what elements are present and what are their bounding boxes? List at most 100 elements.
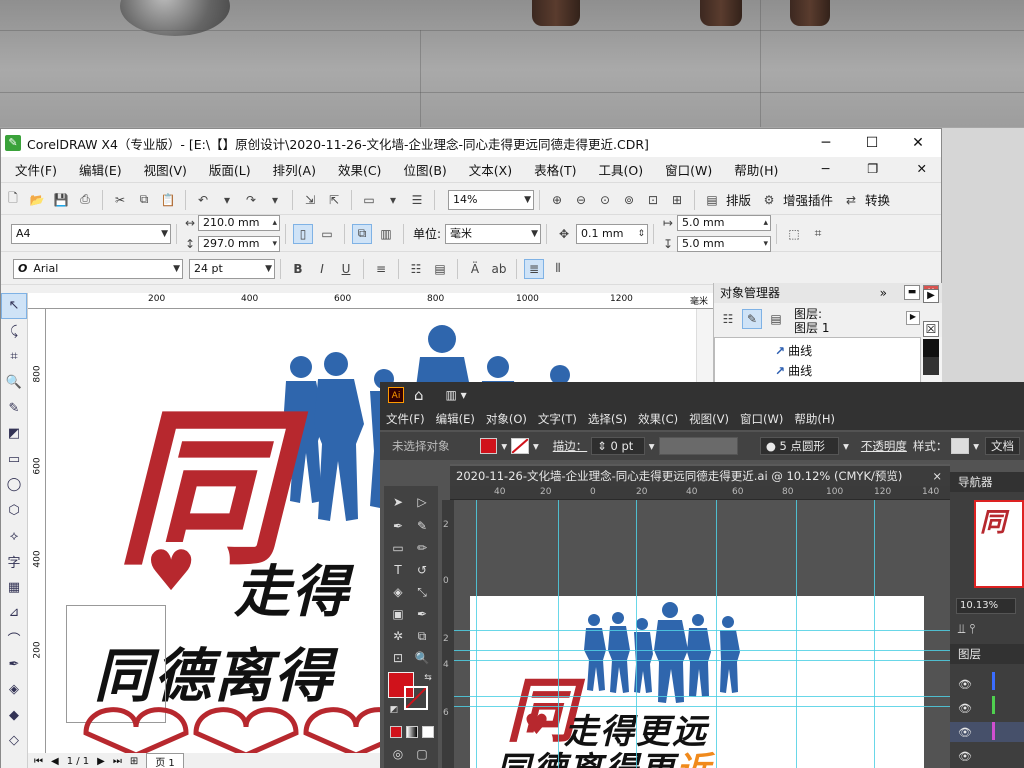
ai-menu-type[interactable]: 文字(T) (532, 411, 582, 427)
current-page-icon[interactable]: ▥ (376, 224, 396, 244)
no-color-swatch[interactable]: ☒ (923, 321, 939, 337)
ai-menu-effect[interactable]: 效果(C) (632, 411, 683, 427)
page-tab[interactable]: 页 1 (146, 752, 184, 768)
menu-effects[interactable]: 效果(C) (324, 160, 389, 179)
menu-table[interactable]: 表格(T) (520, 160, 584, 179)
symbol-sprayer-icon[interactable]: ✲ (388, 626, 408, 646)
maximize-button[interactable]: ☐ (849, 129, 895, 157)
color-mode-icon[interactable] (390, 726, 402, 738)
layout-icon[interactable]: ▤ (702, 190, 722, 210)
print-icon[interactable]: ⎙ (75, 190, 95, 210)
direct-selection-tool-icon[interactable]: ▷ (412, 492, 432, 512)
blend-tool-icon[interactable]: ⧉ (412, 626, 432, 646)
vertical-text-icon[interactable]: ⦀ (548, 259, 568, 279)
home-icon[interactable]: ⌂ (414, 386, 424, 404)
menu-layout[interactable]: 版面(L) (195, 160, 259, 179)
menu-window[interactable]: 窗口(W) (651, 160, 720, 179)
document-tab-close-icon[interactable]: × (932, 466, 942, 486)
duplicate-x-input[interactable]: 5.0 mm ▴ (677, 215, 772, 231)
guide-line[interactable] (454, 630, 950, 631)
menu-view[interactable]: 视图(V) (130, 160, 195, 179)
bullets-icon[interactable]: ☷ (406, 259, 426, 279)
black-swatch[interactable] (923, 339, 939, 357)
guide-line[interactable] (874, 500, 875, 768)
rectangle-tool-icon[interactable]: ▭ (1, 447, 27, 473)
rectangle-tool-icon[interactable]: ▭ (388, 538, 408, 558)
stroke-color-indicator[interactable] (404, 686, 428, 710)
cut-icon[interactable]: ✂ (110, 190, 130, 210)
new-file-icon[interactable]: 🗋 (3, 190, 23, 210)
layer-visibility-icon[interactable]: 👁 (958, 750, 972, 763)
publish-dropdown-icon[interactable]: ▾ (383, 190, 403, 210)
zoom-tool-icon[interactable]: 🔍 (412, 648, 432, 668)
snap-icon[interactable]: ⌗ (808, 224, 828, 244)
zoom-tool-icon[interactable]: 🔍 (1, 370, 27, 396)
ai-menu-edit[interactable]: 编辑(E) (430, 411, 480, 427)
menu-help[interactable]: 帮助(H) (720, 160, 786, 179)
menu-bitmaps[interactable]: 位图(B) (389, 160, 454, 179)
shape-tool-icon[interactable]: ⤹ (1, 319, 27, 345)
none-mode-icon[interactable] (422, 726, 434, 738)
eyedropper-tool-icon[interactable]: ✒ (412, 604, 432, 624)
save-icon[interactable]: 💾 (51, 190, 71, 210)
guide-line[interactable] (454, 660, 950, 661)
page-height-input[interactable]: 297.0 mm ▾ (198, 236, 280, 252)
ai-menu-object[interactable]: 对象(O) (480, 411, 532, 427)
zoom-selected-icon[interactable]: ⊙ (595, 190, 615, 210)
eraser-tool-icon[interactable]: ◈ (388, 582, 408, 602)
doc-minimize-icon[interactable]: ─ (808, 161, 838, 176)
menu-text[interactable]: 文本(X) (455, 160, 520, 179)
connector-tool-icon[interactable]: ⌒ (1, 626, 27, 652)
layer-visibility-icon[interactable]: 👁 (958, 702, 972, 715)
navigator-zoom-field[interactable]: 10.13% (956, 598, 1016, 614)
guide-line[interactable] (454, 696, 950, 697)
zoom-level-field[interactable]: 14% ▼ (448, 189, 534, 210)
nudge-distance-input[interactable]: 0.1 mm ⇕ (576, 223, 649, 244)
variable-width-select[interactable] (658, 437, 738, 455)
crop-tool-icon[interactable]: ⌗ (1, 344, 27, 370)
unit-select[interactable]: 毫米 ▼ (445, 223, 542, 244)
prev-page-icon[interactable]: ◀ (51, 756, 59, 767)
draw-mode-icon[interactable]: ◎ (388, 744, 408, 764)
export-icon[interactable]: ⇱ (324, 190, 344, 210)
stroke-color-swatch[interactable] (511, 438, 529, 454)
portrait-button[interactable]: ▯ (293, 223, 313, 244)
first-page-icon[interactable]: ⏮ (34, 756, 43, 767)
layer-visibility-icon[interactable]: 👁 (958, 726, 972, 739)
redo-icon[interactable]: ↷ (241, 190, 261, 210)
show-properties-icon[interactable]: ☷ (718, 309, 738, 329)
copy-icon[interactable]: ⧉ (134, 190, 154, 210)
freehand-tool-icon[interactable]: ✎ (1, 395, 27, 421)
treat-as-filled-icon[interactable]: ⬚ (784, 224, 804, 244)
guide-line[interactable] (454, 650, 950, 651)
outline-tool-icon[interactable]: ◈ (1, 677, 27, 703)
style-swatch[interactable] (951, 438, 970, 454)
ai-menu-select[interactable]: 选择(S) (582, 411, 632, 427)
convert-button[interactable]: 转换 (865, 190, 890, 209)
edit-text-icon[interactable]: ab (489, 259, 509, 279)
stroke-weight-dropdown-icon[interactable]: ▾ (649, 439, 655, 453)
stroke-dropdown-icon[interactable]: ▾ (533, 439, 539, 453)
scale-tool-icon[interactable]: ⤡ (412, 582, 432, 602)
minimize-button[interactable]: ─ (803, 129, 849, 157)
ai-menu-view[interactable]: 视图(V) (683, 411, 734, 427)
guide-line[interactable] (716, 500, 717, 768)
pen-tool-icon[interactable]: ✒ (388, 516, 408, 536)
layout-button[interactable]: 排版 (726, 190, 751, 209)
guide-line[interactable] (636, 500, 637, 768)
menu-edit[interactable]: 编辑(E) (65, 160, 130, 179)
object-tree-item[interactable]: ↗曲线 (775, 342, 812, 359)
import-icon[interactable]: ⇲ (300, 190, 320, 210)
font-family-select[interactable]: O Arial ▼ (13, 258, 183, 279)
guide-line[interactable] (454, 706, 950, 707)
italic-icon[interactable]: I (312, 259, 332, 279)
convert-icon[interactable]: ⇄ (841, 190, 861, 210)
undo-dropdown-icon[interactable]: ▾ (217, 190, 237, 210)
plugin-icon[interactable]: ⚙ (759, 190, 779, 210)
zoom-page-icon[interactable]: ⊡ (643, 190, 663, 210)
menu-file[interactable]: 文件(F) (1, 160, 65, 179)
table-tool-icon[interactable]: ▦ (1, 575, 27, 601)
pencil-tool-icon[interactable]: ✏ (412, 538, 432, 558)
gradient-mode-icon[interactable] (406, 726, 418, 738)
swap-colors-icon[interactable]: ⇆ (418, 668, 438, 688)
